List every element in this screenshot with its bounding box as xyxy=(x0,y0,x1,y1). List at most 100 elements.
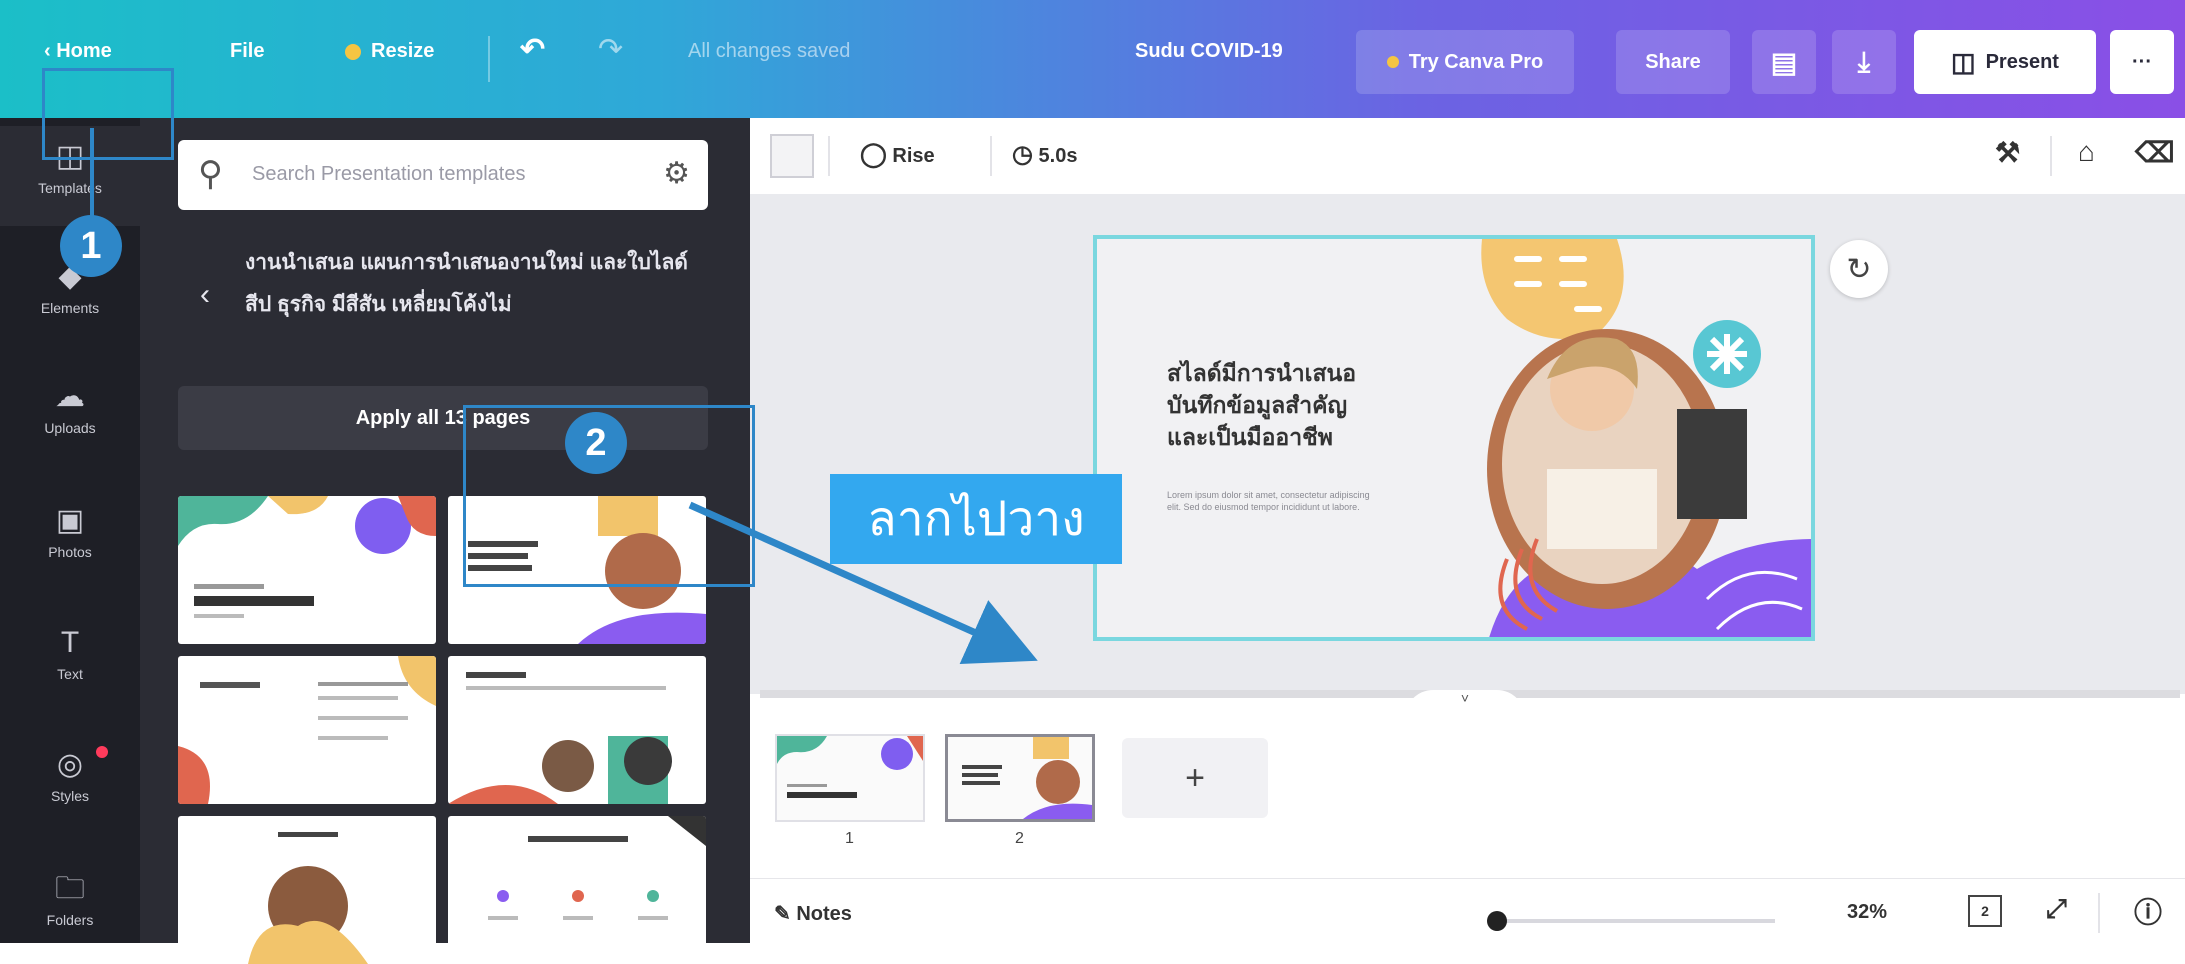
present-button[interactable]: ◫ Present xyxy=(1914,30,2096,94)
divider xyxy=(488,36,490,82)
filter-icon[interactable]: ⚙ xyxy=(663,156,690,191)
timing-label: 5.0s xyxy=(1038,145,1078,167)
download-icon[interactable]: ⤓ xyxy=(1832,30,1896,94)
rail-label: Folders xyxy=(46,912,94,928)
rail-item-folders[interactable]: 🗀 Folders xyxy=(0,872,140,928)
document-title[interactable]: Sudu COVID-19 xyxy=(1135,40,1283,63)
template-preview xyxy=(248,832,368,964)
timing-button[interactable]: ◷ 5.0s xyxy=(1012,140,1077,169)
bottom-bar: ✎ Notes 32% 2 ⤢ ⓘ xyxy=(750,878,2185,944)
file-menu[interactable]: File xyxy=(230,40,264,63)
upload-icon: ☁ xyxy=(55,380,85,413)
rail-item-uploads[interactable]: ☁ Uploads xyxy=(0,380,140,436)
clock-icon: ◷ xyxy=(1012,141,1033,168)
rail-label: Elements xyxy=(40,300,100,316)
search-box[interactable]: ⚲ Search Presentation templates ⚙ xyxy=(178,140,708,210)
present-icon: ◫ xyxy=(1951,46,1976,77)
redo-icon[interactable]: ↷ xyxy=(598,32,623,67)
notification-dot xyxy=(96,746,108,758)
styles-icon: ◎ xyxy=(56,748,84,781)
template-thumbnail[interactable] xyxy=(178,656,436,804)
annotation-step-2: 2 xyxy=(565,412,627,474)
add-page-button[interactable]: + xyxy=(1122,738,1268,818)
chevron-down-icon[interactable]: ˅ xyxy=(1405,690,1525,718)
page-thumbnail-2[interactable] xyxy=(945,734,1095,822)
photo-icon: ▣ xyxy=(55,504,85,537)
crown-icon xyxy=(345,43,361,60)
fullscreen-icon[interactable]: ⤢ xyxy=(2046,893,2067,925)
rail-label: Uploads xyxy=(44,420,96,436)
notes-label: Notes xyxy=(796,903,852,925)
search-input[interactable]: Search Presentation templates xyxy=(252,163,526,186)
slide-title[interactable]: สไลด์มีการนำเสนอ บันทึกข้อมูลสำคัญ และเป… xyxy=(1167,357,1356,453)
template-thumbnail[interactable] xyxy=(448,816,706,964)
page-preview xyxy=(962,737,1092,819)
drag-instruction-label: ลากไปวาง xyxy=(830,474,1122,564)
back-chevron-icon[interactable]: ‹ xyxy=(200,278,210,312)
template-thumbnail[interactable] xyxy=(178,496,436,644)
refresh-icon[interactable]: ↻ xyxy=(1830,240,1888,298)
crown-icon xyxy=(1386,56,1399,68)
animate-label: Rise xyxy=(892,145,935,167)
trash-icon[interactable]: ⌫ xyxy=(2135,136,2175,169)
breadcrumb: งานนำเสนอ แผนการนำเสนองานใหม่ และใบไลด์ … xyxy=(245,251,688,316)
resize-button[interactable]: Resize xyxy=(345,40,434,63)
template-preview xyxy=(448,672,672,804)
home-label: Home xyxy=(56,40,112,62)
animate-icon: ◯ xyxy=(860,141,887,168)
page-number: 2 xyxy=(1015,830,1024,847)
template-thumbnail[interactable] xyxy=(178,816,436,964)
notes-button[interactable]: ✎ Notes xyxy=(774,901,852,926)
try-pro-label: Try Canva Pro xyxy=(1408,50,1544,73)
rail-label: Photos xyxy=(48,544,92,560)
page-count-button[interactable]: 2 xyxy=(1968,895,2002,927)
home-button[interactable]: ‹ Home xyxy=(44,40,112,63)
divider xyxy=(2098,893,2100,933)
text-icon: T xyxy=(60,626,80,659)
lock-icon[interactable]: ⌂ xyxy=(2078,136,2095,168)
rail-item-photos[interactable]: ▣ Photos xyxy=(0,504,140,560)
rail-label: Styles xyxy=(50,788,90,804)
folder-icon: 🗀 xyxy=(55,872,85,905)
analytics-icon[interactable]: ▤ xyxy=(1752,30,1816,94)
chevron-left-icon: ‹ xyxy=(44,40,51,62)
undo-icon[interactable]: ↶ xyxy=(520,32,545,67)
page-thumbnail-1[interactable] xyxy=(775,734,925,822)
copy-style-icon[interactable]: ⚒ xyxy=(1995,136,2020,169)
save-status: All changes saved xyxy=(688,40,851,62)
more-button[interactable]: ··· xyxy=(2110,30,2174,94)
top-bar: ‹ Home File Resize ↶ ↷ All changes saved… xyxy=(0,0,2185,118)
page-number: 1 xyxy=(845,830,854,847)
rail-item-styles[interactable]: ◎ Styles xyxy=(0,746,140,804)
background-color-swatch[interactable] xyxy=(770,134,814,178)
template-thumbnail[interactable] xyxy=(448,656,706,804)
slide-canvas[interactable]: สไลด์มีการนำเสนอ บันทึกข้อมูลสำคัญ และเป… xyxy=(1093,235,1815,641)
template-preview xyxy=(488,816,706,920)
rail-label: Text xyxy=(57,666,83,682)
annotation-step-1: 1 xyxy=(60,215,122,277)
help-icon[interactable]: ⓘ xyxy=(2134,891,2162,931)
zoom-value[interactable]: 32% xyxy=(1847,901,1887,924)
notes-icon: ✎ xyxy=(774,903,791,925)
template-preview xyxy=(178,656,436,804)
rail-item-text[interactable]: T Text xyxy=(0,626,140,682)
search-icon: ⚲ xyxy=(198,155,223,193)
present-label: Present xyxy=(1985,50,2059,73)
resize-label: Resize xyxy=(371,40,435,62)
page-preview xyxy=(777,736,923,798)
slide-title-line: และเป็นมืออาชีพ xyxy=(1167,424,1333,450)
try-pro-button[interactable]: Try Canva Pro xyxy=(1356,30,1574,94)
divider xyxy=(990,136,992,176)
divider xyxy=(2050,136,2052,176)
zoom-slider-handle[interactable] xyxy=(1487,911,1507,931)
template-preview xyxy=(178,496,436,618)
animate-button[interactable]: ◯ Rise xyxy=(860,140,935,169)
slide-body-text[interactable]: Lorem ipsum dolor sit amet, consectetur … xyxy=(1167,489,1377,513)
slide-title-line: บันทึกข้อมูลสำคัญ xyxy=(1167,392,1348,418)
share-button[interactable]: Share xyxy=(1616,30,1730,94)
editor-toolbar: ◯ Rise ◷ 5.0s ⚒ ⌂ ⌫ xyxy=(750,118,2185,195)
zoom-slider-track[interactable] xyxy=(1495,919,1775,923)
annotation-highlight-home xyxy=(42,68,174,160)
annotation-connector xyxy=(90,128,94,228)
divider xyxy=(828,136,830,176)
